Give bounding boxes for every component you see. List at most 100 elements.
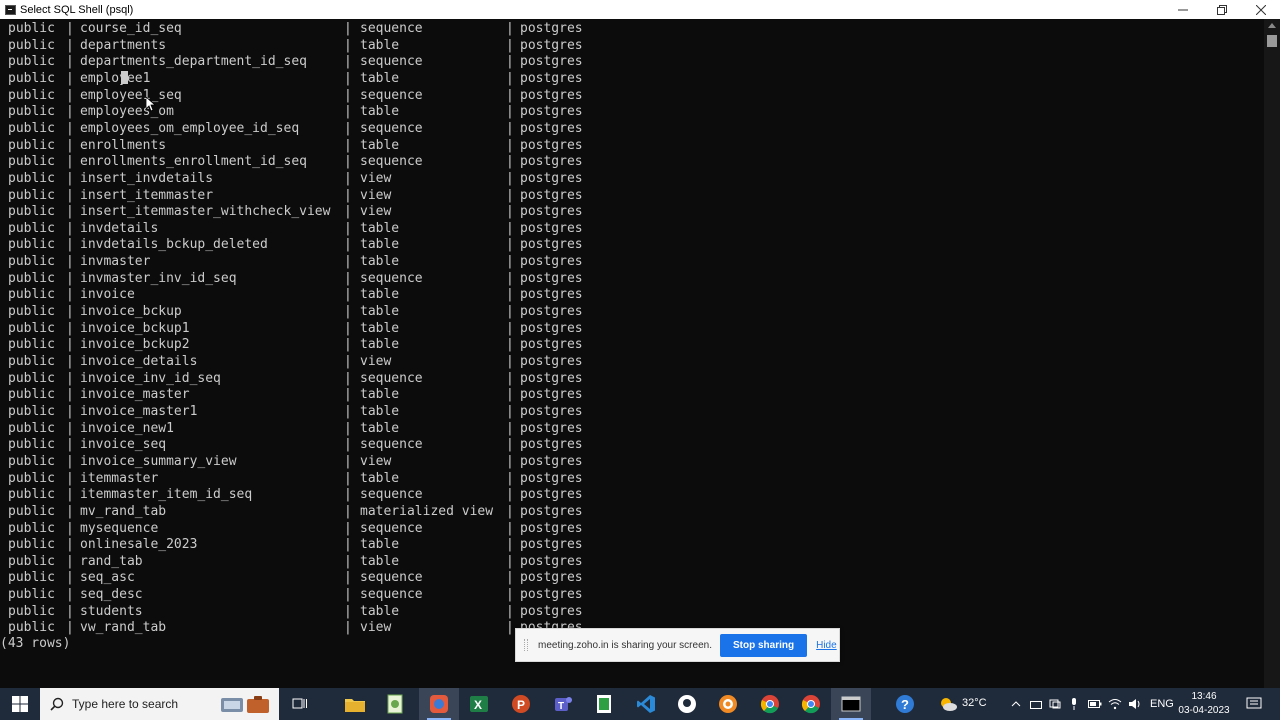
column-separator: |: [506, 487, 514, 503]
column-separator: |: [506, 453, 514, 469]
schema-cell: public: [8, 570, 55, 586]
owner-cell: postgres: [520, 487, 583, 503]
column-separator: |: [506, 70, 514, 86]
column-separator: |: [344, 470, 352, 486]
schema-cell: public: [8, 87, 55, 103]
relation-name-cell: enrollments: [80, 137, 167, 153]
relation-type-cell: sequence: [360, 437, 423, 453]
relation-name-cell: rand_tab: [80, 553, 143, 569]
terminal-taskbar-active[interactable]: [831, 688, 871, 720]
column-separator: |: [66, 470, 74, 486]
excel-icon[interactable]: X: [467, 692, 491, 716]
owner-cell: postgres: [520, 204, 583, 220]
owner-cell: postgres: [520, 570, 583, 586]
drag-handle-icon[interactable]: [524, 639, 528, 651]
table-row: public | invoice_new1 | table | postgres: [0, 421, 700, 437]
table-row: public | students | table | postgres: [0, 604, 700, 620]
owner-cell: postgres: [520, 154, 583, 170]
column-separator: |: [66, 354, 74, 369]
column-separator: |: [66, 270, 74, 286]
relation-type-cell: sequence: [360, 21, 423, 36]
notification-icon[interactable]: [1242, 692, 1266, 716]
file-explorer-icon[interactable]: [343, 692, 367, 716]
terminal-icon: [839, 692, 863, 716]
maximize-button[interactable]: [1202, 0, 1241, 19]
column-separator: |: [66, 520, 74, 536]
owner-cell: postgres: [520, 587, 583, 603]
sql-shell-taskbar-active[interactable]: [419, 688, 459, 720]
github-icon[interactable]: [675, 692, 699, 716]
notepad-plus-icon[interactable]: [383, 692, 407, 716]
owner-cell: postgres: [520, 304, 583, 320]
table-row: public | invdetails | table | postgres: [0, 221, 700, 237]
column-separator: |: [66, 54, 74, 70]
column-separator: |: [344, 320, 352, 336]
column-separator: |: [506, 120, 514, 136]
svg-text:X: X: [474, 698, 482, 712]
close-button[interactable]: [1241, 0, 1280, 19]
taskbar-search-box[interactable]: Type here to search: [40, 688, 279, 720]
column-separator: |: [66, 487, 74, 503]
language-indicator[interactable]: ENG: [1150, 698, 1174, 710]
column-separator: |: [66, 137, 74, 153]
restore-icon: [1216, 4, 1227, 15]
column-separator: |: [344, 287, 352, 303]
chrome-2-icon[interactable]: [799, 692, 823, 716]
relation-name-cell: employees_om_employee_id_seq: [80, 120, 300, 136]
column-separator: |: [344, 54, 352, 70]
schema-cell: public: [8, 337, 55, 353]
owner-cell: postgres: [520, 453, 583, 469]
row-count: (43 rows): [0, 636, 71, 651]
app-circle-icon[interactable]: [716, 692, 740, 716]
column-separator: |: [66, 553, 74, 569]
hide-link[interactable]: Hide: [816, 640, 837, 651]
relation-name-cell: invmaster: [80, 254, 151, 270]
relation-type-cell: table: [360, 37, 400, 53]
weather-temperature[interactable]: 32°C: [962, 697, 987, 709]
table-row: public | mv_rand_tab | materialized view | pos…: [0, 504, 700, 520]
owner-cell: postgres: [520, 370, 583, 386]
column-separator: |: [344, 603, 352, 619]
column-separator: |: [506, 287, 514, 303]
relation-name-cell: insert_invdetails: [80, 170, 214, 186]
table-row: public | itemmaster_item_id_seq | sequence | p…: [0, 487, 700, 503]
table-row: public | invoice_summary_view | view | postgre…: [0, 454, 700, 470]
terminal-scrollbar[interactable]: [1264, 19, 1280, 688]
windows-taskbar: Type here to search X P T ? 32°C ENG 13:…: [0, 688, 1280, 720]
help-icon[interactable]: ?: [893, 692, 917, 716]
volume-icon[interactable]: [1123, 692, 1147, 716]
chrome-icon[interactable]: [758, 692, 782, 716]
minimize-button[interactable]: [1163, 0, 1202, 19]
weather-icon[interactable]: [936, 692, 960, 716]
scroll-up-arrow-icon[interactable]: [1268, 23, 1276, 28]
column-separator: |: [344, 570, 352, 586]
column-separator: |: [506, 370, 514, 386]
relation-name-cell: invoice_bckup2: [80, 337, 190, 353]
relation-name-cell: mv_rand_tab: [80, 503, 167, 519]
column-separator: |: [66, 220, 74, 236]
relation-name-cell: itemmaster: [80, 470, 159, 486]
vscode-icon[interactable]: [634, 692, 658, 716]
column-separator: |: [506, 537, 514, 553]
owner-cell: postgres: [520, 403, 583, 419]
schema-cell: public: [8, 320, 55, 336]
relation-name-cell: mysequence: [80, 520, 159, 536]
psql-terminal[interactable]: public | course_id_seq | sequence | postgres pu…: [0, 19, 1264, 688]
column-separator: |: [506, 503, 514, 519]
table-row: public | invdetails_bckup_deleted | table | po…: [0, 237, 700, 253]
column-separator: |: [506, 37, 514, 53]
schema-cell: public: [8, 137, 55, 153]
task-view-icon[interactable]: [288, 692, 312, 716]
column-separator: |: [344, 420, 352, 436]
scroll-thumb[interactable]: [1267, 35, 1277, 47]
relation-name-cell: invoice_bckup: [80, 304, 182, 320]
notepad-icon[interactable]: [592, 692, 616, 716]
teams-icon[interactable]: T: [551, 692, 575, 716]
stop-sharing-button[interactable]: Stop sharing: [719, 633, 808, 657]
system-clock[interactable]: 13:46 03-04-2023: [1178, 690, 1230, 718]
powerpoint-icon[interactable]: P: [509, 692, 533, 716]
schema-cell: public: [8, 154, 55, 170]
column-separator: |: [66, 503, 74, 519]
start-button[interactable]: [0, 688, 40, 720]
window-title-bar[interactable]: Select SQL Shell (psql): [0, 0, 1280, 19]
